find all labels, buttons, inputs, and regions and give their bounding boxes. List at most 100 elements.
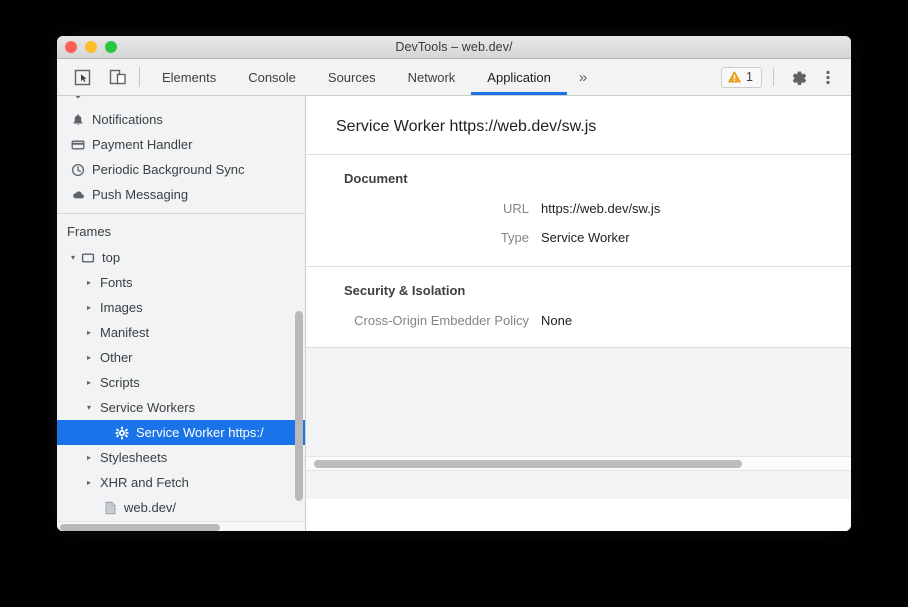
sidebar-item-payment-handler[interactable]: Payment Handler: [57, 132, 305, 157]
section-security-isolation-heading: Security & Isolation: [306, 283, 851, 306]
sidebar-item-clipped[interactable]: [57, 96, 305, 107]
toolbar-divider: [139, 67, 140, 87]
traffic-light-group: [65, 36, 117, 58]
field-url-value: https://web.dev/sw.js: [541, 201, 660, 216]
sidebar-item-scripts[interactable]: ▸ Scripts: [57, 370, 305, 395]
sidebar-item-images-label: Images: [100, 300, 143, 315]
sidebar-item-periodic-background-sync-label: Periodic Background Sync: [92, 162, 244, 177]
sidebar-item-push-messaging-label: Push Messaging: [92, 187, 188, 202]
inspect-element-button[interactable]: [69, 64, 95, 90]
sidebar-item-service-workers[interactable]: ▾ Service Workers: [57, 395, 305, 420]
tab-console-label: Console: [248, 70, 296, 85]
application-sidebar[interactable]: Notifications Payment Handler: [57, 96, 306, 531]
sidebar-item-images[interactable]: ▸ Images: [57, 295, 305, 320]
chevron-right-icon[interactable]: ▸: [83, 378, 95, 387]
field-type-value: Service Worker: [541, 230, 630, 245]
field-url-label: URL: [306, 201, 541, 216]
tab-elements-label: Elements: [162, 70, 216, 85]
tab-sources[interactable]: Sources: [312, 59, 392, 95]
minimize-window-button[interactable]: [85, 41, 97, 53]
sidebar-section-divider: [57, 213, 305, 214]
tab-application[interactable]: Application: [471, 59, 567, 95]
chevron-right-icon[interactable]: ▸: [83, 453, 95, 462]
toolbar-left-icons: [57, 59, 131, 95]
field-type-label: Type: [306, 230, 541, 245]
sidebar-item-xhr-and-fetch-label: XHR and Fetch: [100, 475, 189, 490]
field-coep-value: None: [541, 313, 572, 328]
sidebar-item-notifications[interactable]: Notifications: [57, 107, 305, 132]
document-icon: [101, 501, 119, 515]
panel-tabs: Elements Console Sources Network Applica…: [146, 59, 599, 95]
panel-horizontal-scrollbar-thumb[interactable]: [314, 460, 742, 468]
tab-network[interactable]: Network: [392, 59, 472, 95]
maximize-window-button[interactable]: [105, 41, 117, 53]
more-tabs-button[interactable]: »: [567, 59, 599, 95]
sidebar-item-notifications-label: Notifications: [92, 112, 163, 127]
section-document-heading: Document: [306, 171, 851, 194]
sidebar-item-fonts[interactable]: ▸ Fonts: [57, 270, 305, 295]
sidebar-item-other[interactable]: ▸ Other: [57, 345, 305, 370]
chevron-right-icon[interactable]: ▸: [83, 303, 95, 312]
sidebar-horizontal-scrollbar-thumb[interactable]: [60, 524, 220, 531]
panel-footer-area: [306, 471, 851, 499]
sidebar-item-service-worker-selected[interactable]: Service Worker https:/: [57, 420, 305, 445]
close-window-button[interactable]: [65, 41, 77, 53]
sidebar-item-manifest-label: Manifest: [100, 325, 149, 340]
devtools-toolbar: Elements Console Sources Network Applica…: [57, 59, 851, 96]
service-worker-detail-panel: Service Worker https://web.dev/sw.js Doc…: [306, 96, 851, 531]
sidebar-item-web-dev-document[interactable]: web.dev/: [57, 495, 305, 520]
screenshot-root: DevTools – web.dev/: [0, 0, 908, 607]
sidebar-section-frames-label: Frames: [67, 224, 111, 239]
tab-elements[interactable]: Elements: [146, 59, 232, 95]
sidebar-vertical-scrollbar[interactable]: [295, 311, 303, 501]
sidebar-item-other-label: Other: [100, 350, 133, 365]
chevron-down-icon[interactable]: ▾: [67, 253, 79, 262]
chevron-right-icon[interactable]: ▸: [83, 478, 95, 487]
devtools-window: DevTools – web.dev/: [57, 36, 851, 531]
field-coep: Cross-Origin Embedder Policy None: [306, 306, 851, 335]
tab-application-label: Application: [487, 70, 551, 85]
tab-console[interactable]: Console: [232, 59, 312, 95]
section-security-isolation: Security & Isolation Cross-Origin Embedd…: [306, 267, 851, 348]
sidebar-item-stylesheets[interactable]: ▸ Stylesheets: [57, 445, 305, 470]
chevron-double-right-icon: »: [579, 69, 587, 86]
inspect-element-icon: [74, 69, 91, 86]
device-toolbar-button[interactable]: [105, 64, 131, 90]
panel-empty-area: [306, 348, 851, 456]
settings-button[interactable]: [785, 64, 811, 90]
section-document: Document URL https://web.dev/sw.js Type …: [306, 155, 851, 267]
cloud-icon: [69, 188, 87, 202]
chevron-right-icon[interactable]: ▸: [83, 328, 95, 337]
gear-icon: [790, 69, 807, 86]
frame-icon: [79, 251, 97, 265]
sidebar-horizontal-scrollbar-track[interactable]: [57, 521, 305, 531]
sidebar-item-manifest[interactable]: ▸ Manifest: [57, 320, 305, 345]
device-toolbar-icon: [109, 69, 127, 86]
sidebar-item-web-dev-document-label: web.dev/: [124, 500, 176, 515]
sidebar-item-service-workers-label: Service Workers: [100, 400, 195, 415]
tab-network-label: Network: [408, 70, 456, 85]
field-url: URL https://web.dev/sw.js: [306, 194, 851, 223]
clock-icon: [69, 163, 87, 177]
sidebar-item-payment-handler-label: Payment Handler: [92, 137, 192, 152]
chevron-right-icon[interactable]: ▸: [83, 278, 95, 287]
panel-horizontal-scrollbar-track[interactable]: [306, 456, 851, 471]
field-coep-label: Cross-Origin Embedder Policy: [306, 313, 541, 328]
chevron-right-icon[interactable]: ▸: [83, 353, 95, 362]
sidebar-item-periodic-background-sync[interactable]: Periodic Background Sync: [57, 157, 305, 182]
warning-badge[interactable]: 1: [721, 67, 762, 88]
sidebar-item-top-frame[interactable]: ▾ top: [57, 245, 305, 270]
tab-sources-label: Sources: [328, 70, 376, 85]
sidebar-item-service-worker-selected-label: Service Worker https:/: [136, 425, 264, 440]
sidebar-item-top-frame-label: top: [102, 250, 120, 265]
kebab-menu-icon: [826, 69, 830, 86]
chevron-down-icon[interactable]: ▾: [83, 403, 95, 412]
devtools-body: Notifications Payment Handler: [57, 96, 851, 531]
credit-card-icon: [69, 138, 87, 152]
main-menu-button[interactable]: [815, 64, 841, 90]
sidebar-item-push-messaging[interactable]: Push Messaging: [57, 182, 305, 207]
sidebar-item-xhr-and-fetch[interactable]: ▸ XHR and Fetch: [57, 470, 305, 495]
sidebar-section-frames: Frames: [57, 218, 305, 245]
toolbar-right-divider: [773, 68, 774, 86]
background-fetch-icon: [69, 96, 87, 102]
